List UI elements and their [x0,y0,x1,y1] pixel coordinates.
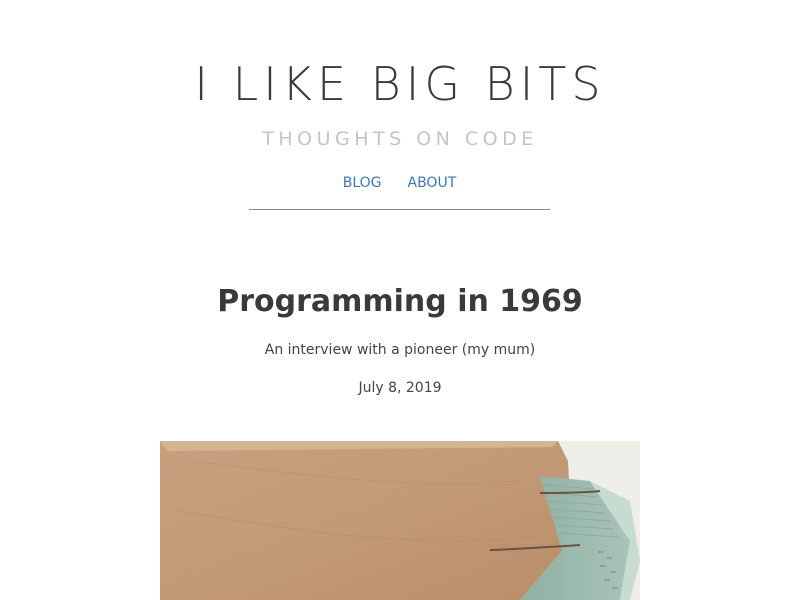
post-hero-image [160,441,640,600]
post-title[interactable]: Programming in 1969 [0,284,800,320]
main-nav: BLOG ABOUT [249,172,550,210]
punched-card-box-photo-icon [160,441,640,600]
site-subtitle: THOUGHTS ON CODE [262,128,538,150]
post-subtitle: An interview with a pioneer (my mum) [264,342,536,358]
nav-about-link[interactable]: ABOUT [408,172,457,209]
nav-blog-link[interactable]: BLOG [343,172,382,209]
site-title[interactable]: I LIKE BIG BITS [0,58,800,110]
post-date: July 8, 2019 [358,380,442,396]
